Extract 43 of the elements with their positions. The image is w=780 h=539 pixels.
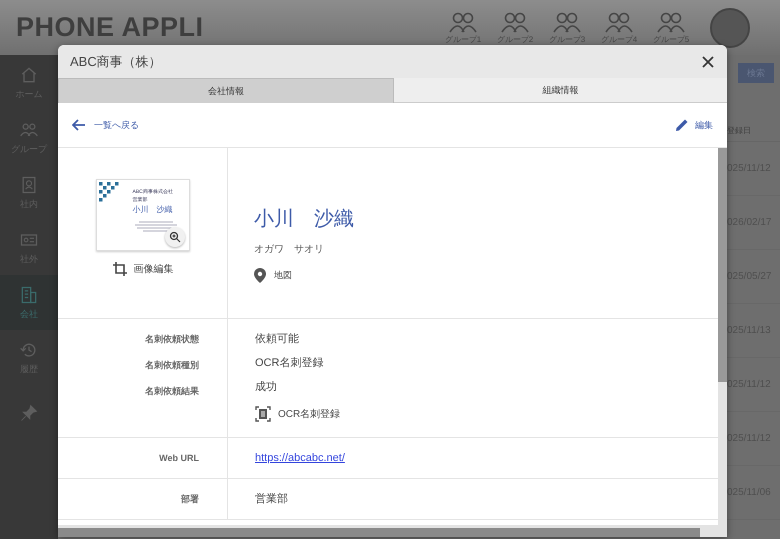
card-text: 小川 沙織 [132,204,174,215]
pin-icon [19,402,39,422]
user-avatar[interactable] [710,8,750,48]
document-scan-icon [255,406,271,422]
edit-button[interactable]: 編集 [675,118,713,132]
field-value: 依頼可能 [255,332,300,347]
back-arrow-icon [72,119,86,131]
field-label: 名刺依頼種別 [145,359,199,372]
person-name: 小川 沙織 [254,207,354,232]
field-label: 名刺依頼結果 [145,385,199,398]
sidebar-item[interactable]: 会社 [0,275,58,330]
people-icon [604,10,634,34]
app-logo: PHONE APPLI [16,12,204,43]
field-value: 成功 [255,380,278,395]
scrollbar[interactable] [718,148,727,525]
field-value: 営業部 [255,492,288,507]
people-icon [656,10,686,34]
tab[interactable]: 組織情報 [394,78,727,103]
building-icon [19,284,39,304]
back-link[interactable]: 一覧へ戻る [72,118,139,132]
zoom-in-icon[interactable] [164,227,184,247]
image-edit-button[interactable]: 画像編集 [112,261,174,277]
ocr-link[interactable]: OCR名刺登録 [255,403,340,425]
location-pin-icon [254,268,266,283]
field-label: 名刺依頼状態 [145,333,199,346]
people-icon [552,10,582,34]
horizontal-scrollbar[interactable] [58,525,727,537]
people-icon [448,10,478,34]
crop-icon [112,261,128,277]
map-link[interactable]: 地図 [254,268,354,283]
home-icon [19,64,39,84]
dialog-title: ABC商事（株） [70,52,162,70]
sidebar-label: 会社 [20,308,38,320]
url-link[interactable]: https://abcabc.net/ [255,450,345,466]
people-icon [500,10,530,34]
field-value: OCR名刺登録 [255,356,324,371]
field-label: 部署 [181,493,199,506]
field-label: Web URL [159,452,199,465]
pencil-icon [675,118,689,132]
tab[interactable]: 会社情報 [58,78,394,103]
close-icon[interactable] [701,54,715,68]
text-lines-drawing [132,220,178,232]
name-reading: オガワ サオリ [254,243,325,256]
